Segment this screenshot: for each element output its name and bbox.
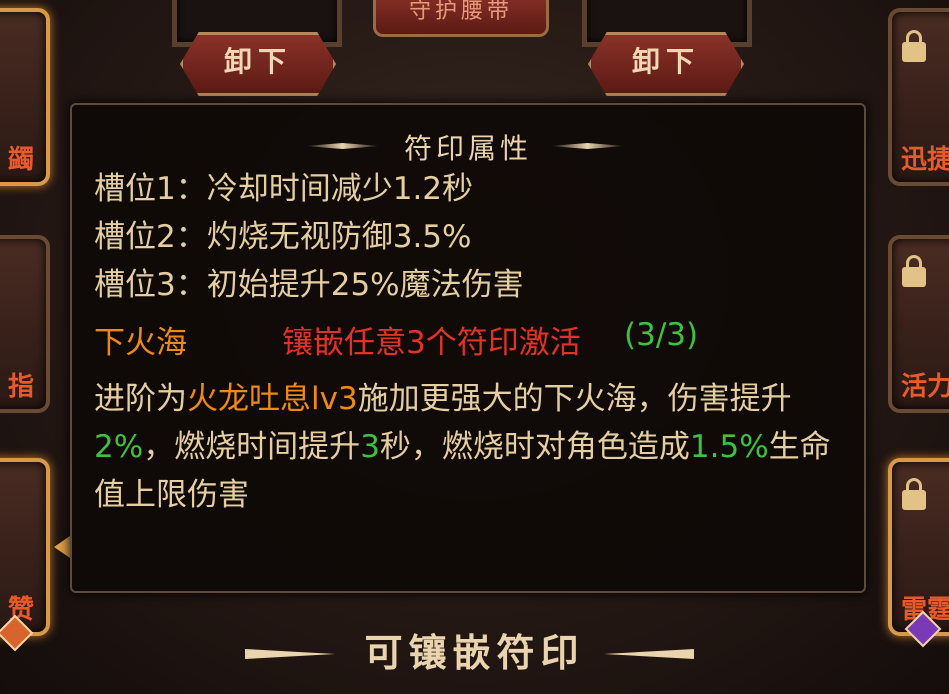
panel-title: 符印属性 (403, 132, 532, 165)
skill-name: 火龙吐息lv3 (187, 381, 358, 417)
set-condition: 镶嵌任意3个符印激活 (282, 325, 581, 361)
set-description: 进阶为火龙吐息lv3施加更强大的下火海，伤害提升 2%，燃烧时间提升3秒，燃烧时对… (94, 375, 854, 519)
side-slot-label: 迅捷 (900, 145, 949, 175)
side-slot-label: 活力 (900, 372, 949, 402)
desc-text: 进阶为 (94, 381, 187, 417)
desc-text: 施加更强大的下火海，伤害提升 (357, 381, 792, 417)
side-slot-left-2[interactable]: 指 (0, 235, 50, 413)
lock-icon (902, 30, 926, 62)
rune-slot-3: 槽位3：初始提升25%魔法伤害 (94, 267, 524, 303)
set-name: 下火海 (94, 325, 187, 361)
unequip-button-left[interactable]: 卸下 (180, 32, 336, 96)
inlay-runes-title: 可镶嵌符印 (364, 631, 585, 675)
rune-slot-1: 槽位1：冷却时间减少1.2秒 (94, 171, 474, 207)
desc-text: ，燃烧时间提升 (143, 429, 361, 465)
side-slot-right-1[interactable]: 迅捷 (888, 8, 949, 186)
side-slot-label: 指 (7, 372, 34, 402)
side-slot-left-1[interactable]: 蠲 (0, 8, 50, 186)
lock-icon (902, 478, 926, 510)
burn-duration-value: 3 (360, 429, 380, 465)
damage-bonus-value: 2% (94, 429, 144, 465)
rune-attributes-panel: 符印属性 槽位1：冷却时间减少1.2秒 槽位2：灼烧无视防御3.5% 槽位3：初… (70, 103, 866, 593)
side-slot-left-3[interactable]: 赞 (0, 458, 50, 636)
lock-icon (902, 255, 926, 287)
arrow-left-icon[interactable] (54, 536, 70, 558)
side-slot-right-2[interactable]: 活力 (888, 235, 949, 413)
max-hp-damage-value: 1.5% (689, 429, 769, 465)
side-slot-right-3[interactable]: 雷霆 (888, 458, 949, 636)
belt-slot-label[interactable]: 守护腰带 (373, 0, 549, 37)
unequip-button-right[interactable]: 卸下 (588, 32, 744, 96)
desc-text: 秒，燃烧时对角色造成 (379, 429, 690, 465)
rune-slot-2: 槽位2：灼烧无视防御3.5% (94, 219, 472, 255)
side-slot-label: 蠲 (7, 145, 34, 175)
set-count: (3/3) (624, 317, 699, 353)
